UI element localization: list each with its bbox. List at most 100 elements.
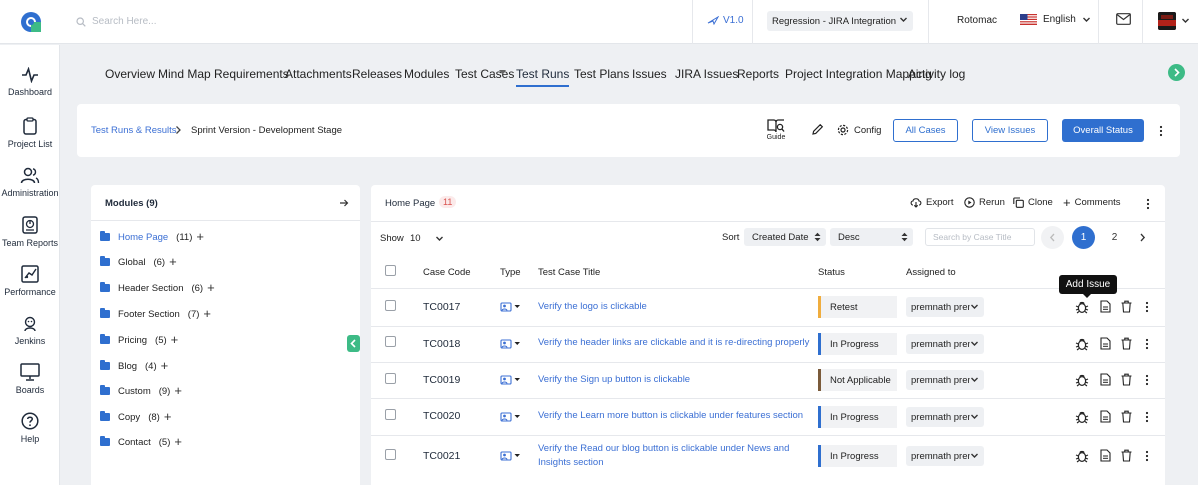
bug-icon[interactable] [1075,410,1089,424]
row-checkbox[interactable] [385,300,396,311]
all-cases-button[interactable]: All Cases [893,119,958,142]
sidebar-item-boards[interactable]: Boards [0,363,60,395]
arrow-right-icon[interactable] [339,198,349,208]
user-avatar[interactable] [1158,12,1176,30]
tab-releases[interactable]: Releases [352,67,402,81]
column-header-case-code[interactable]: Case Code [423,267,471,278]
page-button-active[interactable]: 1 [1072,226,1095,249]
tab-mind-map[interactable]: Mind Map [158,67,211,81]
sidebar-item-administration[interactable]: Administration [0,167,60,198]
trash-icon[interactable] [1121,410,1132,423]
case-title-link[interactable]: Verify the Read our blog button is click… [538,442,806,470]
case-title-link[interactable]: Verify the logo is clickable [538,300,806,314]
add-icon[interactable]: + [207,281,215,294]
case-title-link[interactable]: Verify the header links are clickable an… [538,336,818,350]
sort-field-select[interactable]: Created Date [744,228,826,246]
tab-requirements[interactable]: Requirements [214,67,289,81]
tab-issues[interactable]: Issues [632,67,667,81]
prev-page-button[interactable] [1041,226,1064,249]
sidebar-item-performance[interactable]: Performance [0,265,60,297]
row-checkbox[interactable] [385,336,396,347]
more-options-icon[interactable] [1145,374,1149,386]
tab-jira-issues[interactable]: JIRA Issues [675,67,738,81]
more-options-icon[interactable] [1145,301,1149,313]
test-type-icon[interactable] [500,300,521,312]
assignee-select[interactable]: premnath prem [906,446,984,466]
add-icon[interactable]: + [174,384,182,397]
clone-button[interactable]: Clone [1013,197,1053,208]
case-search-input[interactable]: Search by Case Title [925,228,1035,246]
module-item[interactable]: Header Section (6) + [100,281,215,295]
bug-icon[interactable] [1075,373,1089,387]
status-badge[interactable]: Not Applicable [818,369,897,391]
tab-test-runs[interactable]: Test Runs [516,67,570,87]
assignee-select[interactable]: premnath prem [906,334,984,354]
more-options-icon[interactable] [1145,450,1149,462]
column-header-status[interactable]: Status [818,267,845,278]
test-type-icon[interactable] [500,337,521,349]
more-options-icon[interactable] [1146,198,1150,210]
more-options-icon[interactable] [1145,411,1149,423]
sidebar-item-help[interactable]: Help [0,412,60,444]
trash-icon[interactable] [1121,337,1132,350]
assignee-select[interactable]: premnath prem [906,370,984,390]
project-select[interactable]: Regression - JIRA Integration [767,11,913,31]
more-options-icon[interactable] [1145,338,1149,350]
rerun-button[interactable]: Rerun [964,197,1005,208]
trash-icon[interactable] [1121,373,1132,386]
tab-attachments[interactable]: Attachments [285,67,352,81]
trash-icon[interactable] [1121,449,1132,462]
document-icon[interactable] [1100,449,1111,462]
add-icon[interactable]: + [171,333,179,346]
sidebar-item-dashboard[interactable]: Dashboard [0,67,60,97]
document-icon[interactable] [1100,373,1111,386]
global-search[interactable]: Search Here... [76,16,156,27]
status-badge[interactable]: In Progress [818,406,897,428]
collapse-panel-button[interactable] [347,335,360,352]
bug-icon[interactable] [1075,337,1089,351]
page-size-select[interactable]: 10 [410,230,444,246]
sidebar-item-project-list[interactable]: Project List [0,117,60,149]
tab-modules[interactable]: Modules [404,67,449,81]
comments-button[interactable]: + Comments [1063,196,1121,209]
column-header-type[interactable]: Type [500,267,521,278]
module-item[interactable]: Copy (8) + [100,410,171,424]
breadcrumb-link[interactable]: Test Runs & Results [91,125,177,136]
status-badge[interactable]: In Progress [818,445,897,467]
module-item[interactable]: Pricing (5) + [100,333,178,347]
module-item[interactable]: Blog (4) + [100,359,168,373]
bug-icon[interactable] [1075,449,1089,463]
document-icon[interactable] [1100,300,1111,313]
organization-name[interactable]: Rotomac [957,15,997,26]
page-button[interactable]: 2 [1103,226,1126,249]
config-button[interactable]: Config [837,124,881,136]
bug-icon[interactable] [1075,300,1089,314]
add-icon[interactable]: + [164,410,172,423]
guide-button[interactable]: Guide [765,118,787,141]
status-badge[interactable]: In Progress [818,333,897,355]
module-item[interactable]: Custom (9) + [100,384,182,398]
caret-down-icon[interactable] [499,70,506,75]
test-type-icon[interactable] [500,410,521,422]
mail-icon[interactable] [1116,13,1131,25]
assignee-select[interactable]: premnath prem [906,297,984,317]
row-checkbox[interactable] [385,449,396,460]
module-item[interactable]: Footer Section (7) + [100,307,211,321]
assignee-select[interactable]: premnath prem [906,407,984,427]
app-logo[interactable] [20,11,42,33]
document-icon[interactable] [1100,337,1111,350]
module-item[interactable]: Contact (5) + [100,435,182,449]
nav-scroll-right-button[interactable] [1168,64,1185,81]
export-button[interactable]: Export [910,197,953,208]
sidebar-item-jenkins[interactable]: Jenkins [0,316,60,346]
add-icon[interactable]: + [161,359,169,372]
add-icon[interactable]: + [203,307,211,320]
overall-status-button[interactable]: Overall Status [1062,119,1144,142]
add-icon[interactable]: + [174,435,182,448]
row-checkbox[interactable] [385,409,396,420]
test-type-icon[interactable] [500,373,521,385]
case-title-link[interactable]: Verify the Learn more button is clickabl… [538,409,818,423]
add-icon[interactable]: + [196,230,204,243]
sort-order-select[interactable]: Desc [830,228,913,246]
tab-activity-log[interactable]: Activity log [908,67,965,81]
